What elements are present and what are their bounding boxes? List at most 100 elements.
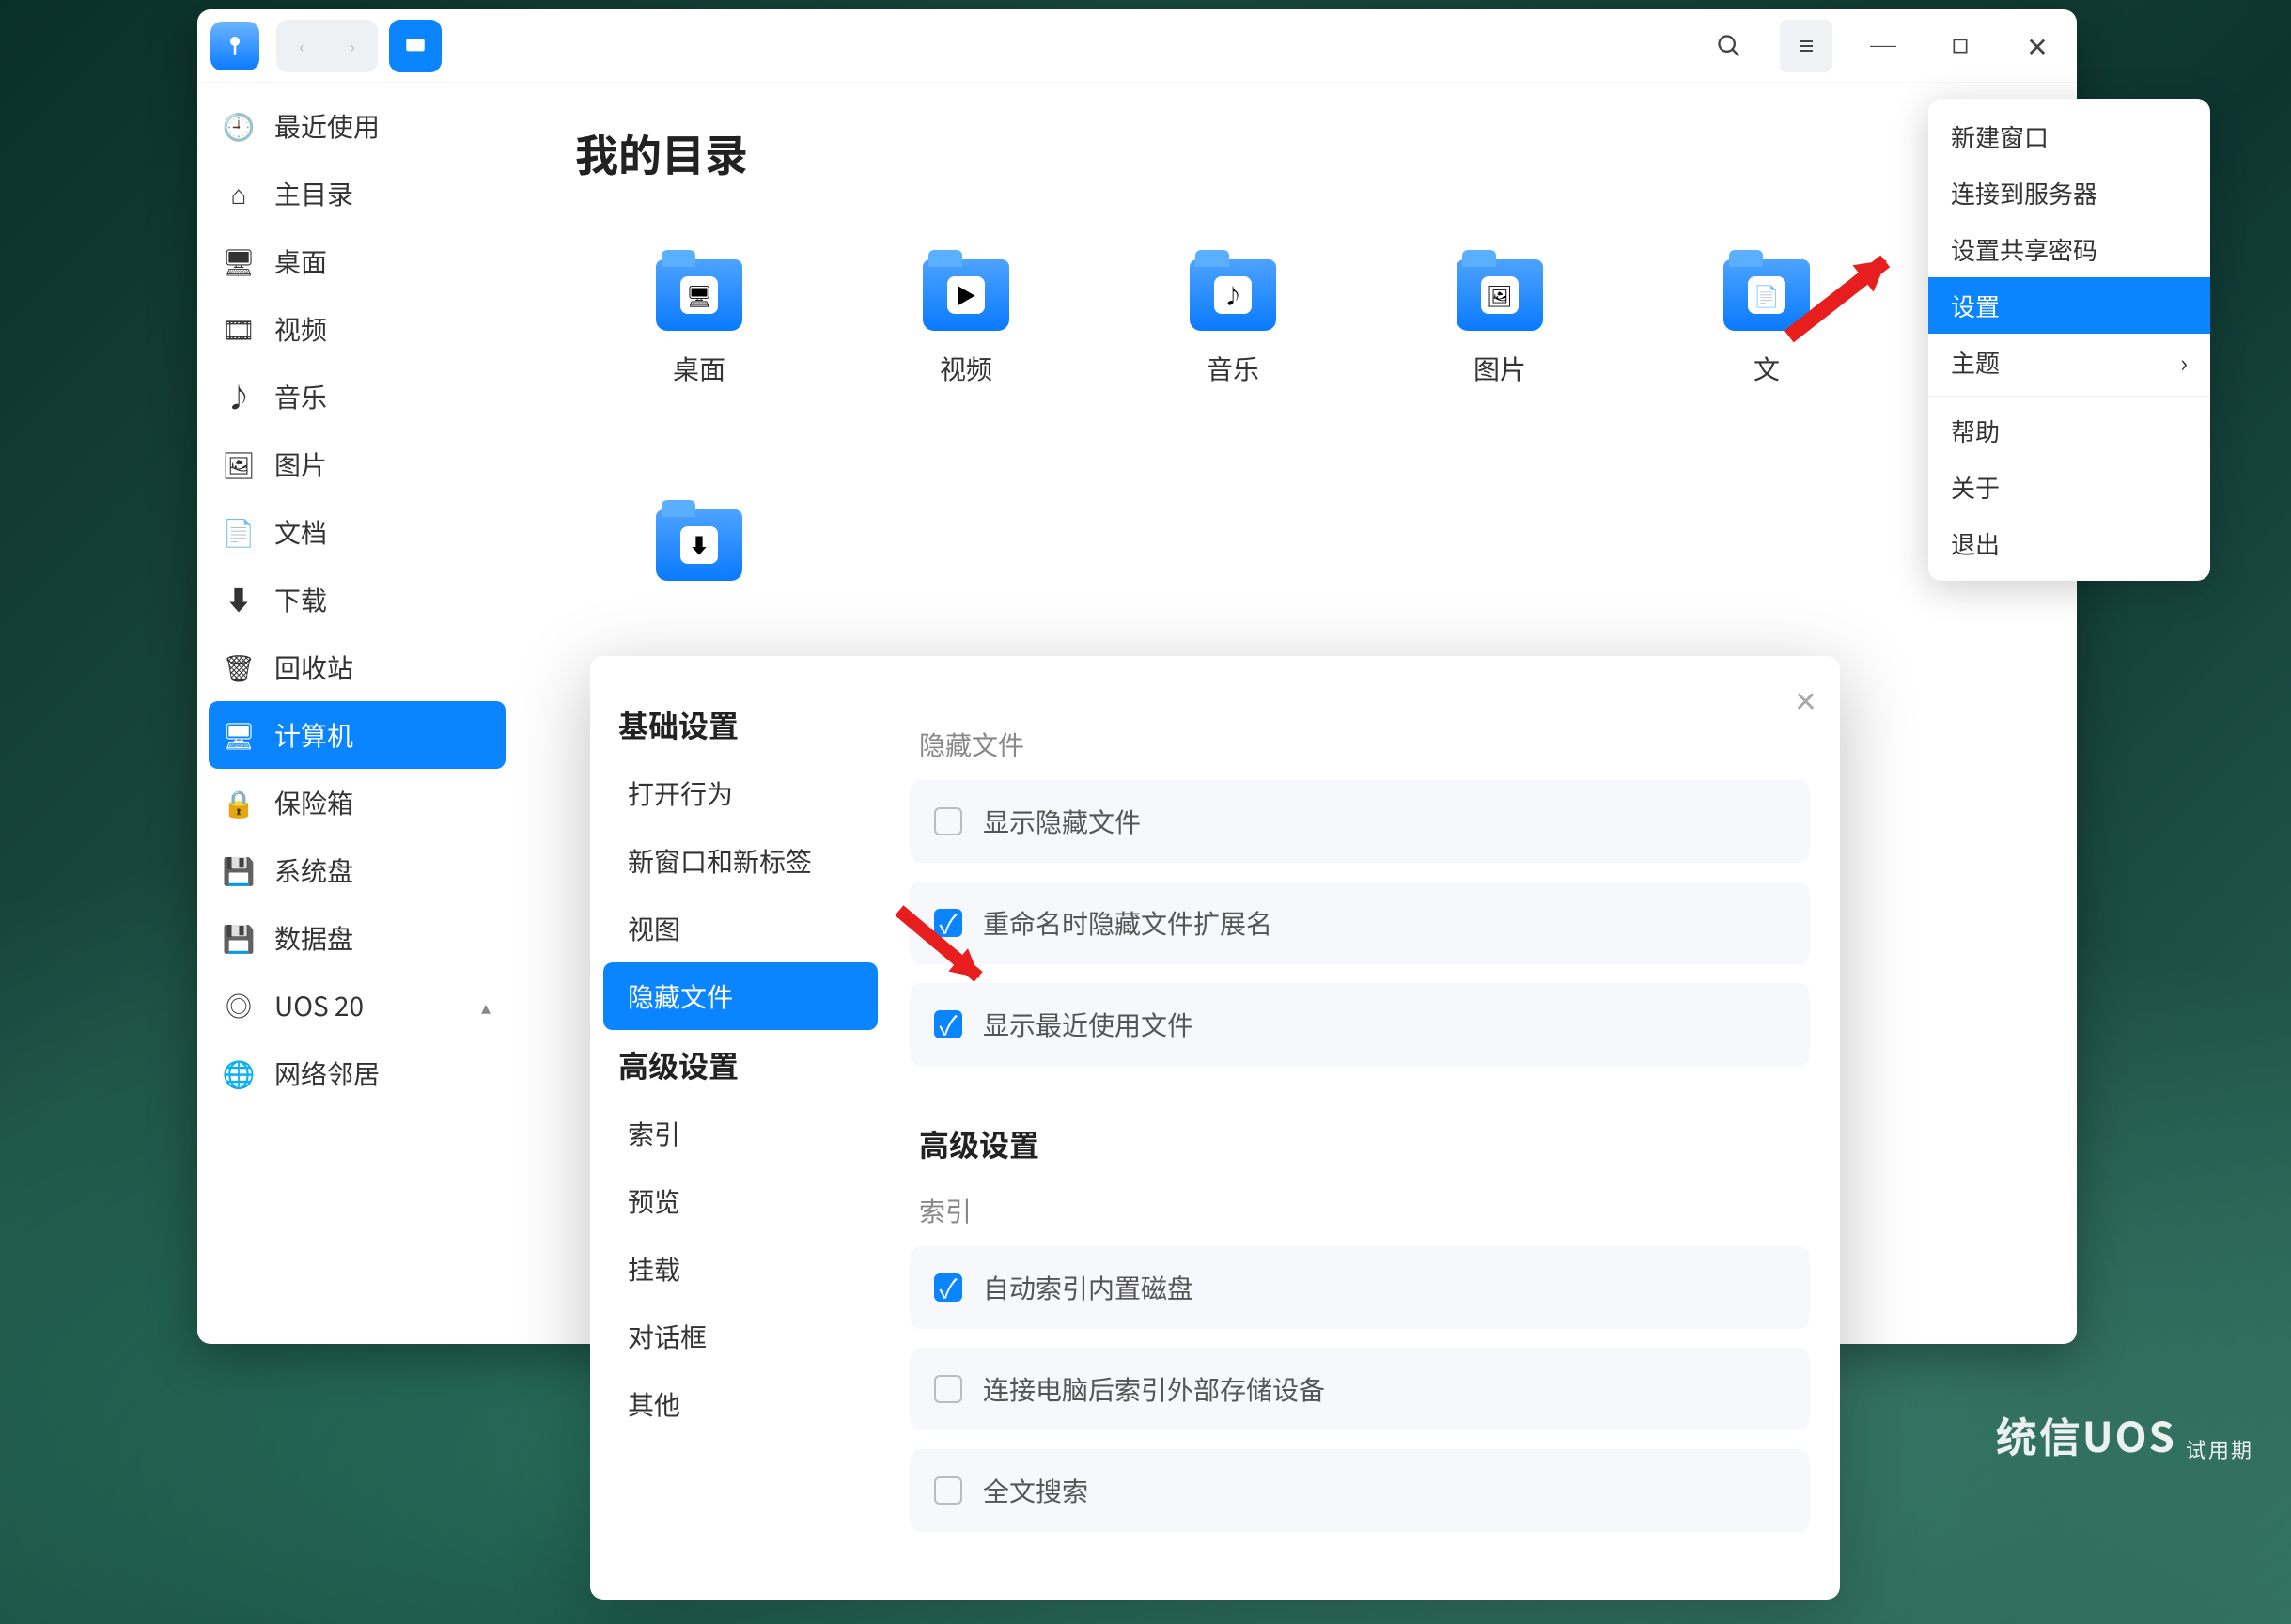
checkbox-unchecked-icon[interactable] bbox=[934, 1476, 962, 1505]
sidebar-item-clock[interactable]: 🕘最近使用 bbox=[209, 92, 506, 160]
checkbox-checked-icon[interactable]: ✓ bbox=[934, 1010, 962, 1038]
menu-item-label: 主题 bbox=[1951, 345, 2000, 380]
sidebar-item-label: 主目录 bbox=[274, 175, 353, 212]
titlebar: ‹ › ─ ✕ bbox=[197, 9, 2077, 83]
option-index-external[interactable]: 连接电脑后索引外部存储设备 bbox=[910, 1348, 1810, 1430]
checkbox-unchecked-icon[interactable] bbox=[934, 1375, 962, 1403]
chevron-up-icon[interactable]: ▴ bbox=[481, 992, 491, 1020]
settings-nav-item[interactable]: 其他 bbox=[603, 1370, 878, 1438]
sidebar-item-computer[interactable]: 🖥计算机 bbox=[209, 701, 506, 769]
folder-label: 音乐 bbox=[1207, 350, 1259, 387]
menu-item-4[interactable]: 主题› bbox=[1928, 334, 2210, 390]
option-label: 显示隐藏文件 bbox=[983, 803, 1141, 840]
option-auto-index-internal[interactable]: ✓ 自动索引内置磁盘 bbox=[910, 1246, 1810, 1329]
settings-section-advanced: 高级设置 bbox=[603, 1030, 878, 1100]
os-watermark: 统信UOS 试用期 bbox=[1996, 1404, 2253, 1464]
menu-item-label: 关于 bbox=[1951, 470, 2000, 505]
checkbox-unchecked-icon[interactable] bbox=[934, 807, 962, 835]
settings-nav-item[interactable]: 挂载 bbox=[603, 1235, 878, 1303]
minimize-icon[interactable]: ─ bbox=[1857, 20, 1909, 72]
trial-text: 试用期 bbox=[2186, 1434, 2253, 1464]
download-icon: ⬇ bbox=[224, 581, 254, 618]
folder-inner-icon: 🖼 bbox=[1481, 276, 1519, 314]
checkbox-checked-icon[interactable]: ✓ bbox=[934, 1273, 962, 1302]
folder-桌面[interactable]: 🖥 桌面 bbox=[575, 222, 823, 425]
settings-nav-item[interactable]: 视图 bbox=[603, 895, 878, 962]
option-fulltext-search[interactable]: 全文搜索 bbox=[910, 1449, 1810, 1532]
close-icon[interactable]: ✕ bbox=[2011, 20, 2064, 72]
close-icon[interactable]: ✕ bbox=[1794, 679, 1817, 720]
sidebar-item-home[interactable]: ⌂主目录 bbox=[209, 160, 506, 227]
folder-文[interactable]: 📄文 bbox=[1643, 222, 1891, 425]
sidebar-item-disk[interactable]: 💾数据盘 bbox=[209, 904, 506, 972]
folder-inner-icon: 🖥 bbox=[680, 276, 718, 314]
menu-item-label: 设置 bbox=[1951, 289, 2000, 323]
menu-item-2[interactable]: 设置共享密码 bbox=[1928, 221, 2210, 277]
settings-section-basic: 基础设置 bbox=[603, 690, 878, 759]
settings-nav: 基础设置 打开行为新窗口和新标签视图隐藏文件 高级设置 索引预览挂载对话框其他 bbox=[590, 656, 891, 1600]
sidebar-item-label: 保险箱 bbox=[274, 784, 353, 821]
settings-nav-item[interactable]: 隐藏文件 bbox=[603, 962, 878, 1030]
folder-视频[interactable]: ▶视频 bbox=[842, 222, 1090, 425]
sidebar-item-doc[interactable]: 📄文档 bbox=[209, 498, 506, 566]
sidebar-item-cd[interactable]: ◎UOS 20▴ bbox=[209, 972, 506, 1039]
sidebar-item-label: 网络邻居 bbox=[274, 1054, 380, 1092]
video-icon: 🎞 bbox=[224, 310, 254, 348]
settings-nav-item[interactable]: 新窗口和新标签 bbox=[603, 827, 878, 895]
folder-inner-icon: 📄 bbox=[1748, 276, 1785, 314]
maximize-icon[interactable] bbox=[1934, 20, 1987, 72]
view-mode-button[interactable] bbox=[389, 20, 442, 72]
menu-item-6[interactable]: 关于 bbox=[1928, 459, 2210, 515]
folder-label: 文 bbox=[1753, 350, 1780, 387]
folder-label: 桌面 bbox=[673, 350, 725, 387]
folder-downloads[interactable]: ⬇ bbox=[575, 444, 823, 647]
sidebar-item-image[interactable]: 🖼图片 bbox=[209, 430, 506, 498]
back-button[interactable]: ‹ bbox=[276, 20, 327, 72]
sidebar-item-disk[interactable]: 💾系统盘 bbox=[209, 836, 506, 904]
sidebar-item-label: 音乐 bbox=[274, 378, 327, 415]
option-label: 连接电脑后索引外部存储设备 bbox=[983, 1370, 1325, 1408]
disk-icon: 💾 bbox=[224, 851, 254, 889]
sidebar-item-download[interactable]: ⬇下载 bbox=[209, 566, 506, 633]
forward-button[interactable]: › bbox=[327, 20, 378, 72]
option-show-recent[interactable]: ✓ 显示最近使用文件 bbox=[910, 983, 1810, 1066]
sidebar-item-lock[interactable]: 🔒 保险箱 bbox=[209, 769, 506, 836]
sidebar-item-desktop[interactable]: 🖥桌面 bbox=[209, 227, 506, 295]
sidebar-item-trash[interactable]: 🗑回收站 bbox=[209, 633, 506, 701]
search-icon[interactable] bbox=[1703, 20, 1755, 72]
music-icon: ♪ bbox=[224, 378, 254, 415]
settings-nav-item[interactable]: 索引 bbox=[603, 1100, 878, 1167]
folder-inner-icon: ▶ bbox=[947, 276, 985, 314]
settings-nav-item[interactable]: 预览 bbox=[603, 1167, 878, 1235]
sidebar-item-globe[interactable]: 🌐 网络邻居 bbox=[209, 1039, 506, 1107]
clock-icon: 🕘 bbox=[224, 107, 254, 145]
menu-item-0[interactable]: 新建窗口 bbox=[1928, 108, 2210, 164]
advanced-heading: 高级设置 bbox=[910, 1085, 1810, 1175]
option-show-hidden[interactable]: 显示隐藏文件 bbox=[910, 780, 1810, 863]
main-menu-dropdown: 新建窗口连接到服务器设置共享密码设置主题› 帮助关于退出 bbox=[1928, 99, 2210, 581]
menu-item-3[interactable]: 设置 bbox=[1928, 277, 2210, 334]
folder-图片[interactable]: 🖼 图片 bbox=[1376, 222, 1624, 425]
lock-icon: 🔒 bbox=[224, 784, 254, 821]
sidebar-item-video[interactable]: 🎞视频 bbox=[209, 295, 506, 363]
option-hide-ext-on-rename[interactable]: ✓ 重命名时隐藏文件扩展名 bbox=[910, 882, 1810, 964]
checkbox-checked-icon[interactable]: ✓ bbox=[934, 909, 962, 937]
folder-label: 图片 bbox=[1473, 350, 1526, 387]
sidebar-item-label: 计算机 bbox=[274, 716, 353, 754]
image-icon: 🖼 bbox=[224, 445, 254, 483]
menu-item-label: 退出 bbox=[1951, 526, 2000, 561]
menu-item-5[interactable]: 帮助 bbox=[1928, 402, 2210, 459]
sidebar-item-music[interactable]: ♪ 音乐 bbox=[209, 363, 506, 430]
settings-nav-item[interactable]: 打开行为 bbox=[603, 759, 878, 827]
settings-nav-item[interactable]: 对话框 bbox=[603, 1303, 878, 1370]
download-icon: ⬇ bbox=[680, 526, 718, 564]
folder-音乐[interactable]: ♪音乐 bbox=[1109, 222, 1357, 425]
menu-item-1[interactable]: 连接到服务器 bbox=[1928, 164, 2210, 221]
menu-item-label: 新建窗口 bbox=[1951, 119, 2049, 154]
menu-icon[interactable] bbox=[1780, 20, 1832, 72]
globe-icon: 🌐 bbox=[224, 1054, 254, 1092]
option-label: 重命名时隐藏文件扩展名 bbox=[983, 904, 1272, 942]
menu-item-7[interactable]: 退出 bbox=[1928, 515, 2210, 571]
menu-item-label: 设置共享密码 bbox=[1951, 232, 2097, 267]
sidebar-item-label: UOS 20 bbox=[274, 987, 364, 1024]
